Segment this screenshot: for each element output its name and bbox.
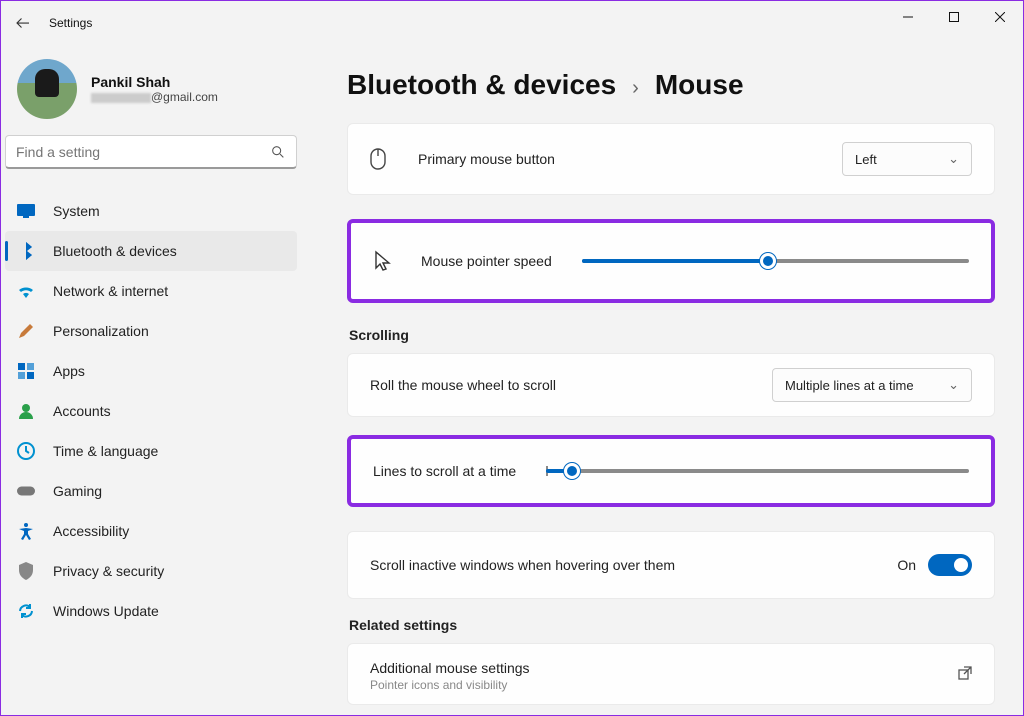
apps-icon: [17, 362, 35, 380]
inactive-scroll-label: Scroll inactive windows when hovering ov…: [370, 557, 675, 573]
avatar: [17, 59, 77, 119]
sidebar-item-label: Personalization: [53, 323, 149, 339]
monitor-icon: [17, 202, 35, 220]
inactive-scroll-card: Scroll inactive windows when hovering ov…: [347, 531, 995, 599]
update-icon: [17, 602, 35, 620]
dropdown-value: Multiple lines at a time: [785, 378, 914, 393]
maximize-button[interactable]: [931, 1, 977, 33]
window-title: Settings: [49, 16, 92, 30]
shield-icon: [17, 562, 35, 580]
sidebar-item-system[interactable]: System: [5, 191, 297, 231]
external-link-icon: [958, 666, 972, 680]
roll-wheel-card: Roll the mouse wheel to scroll Multiple …: [347, 353, 995, 417]
sidebar-item-label: Network & internet: [53, 283, 168, 299]
sidebar-item-windows-update[interactable]: Windows Update: [5, 591, 297, 631]
sidebar-item-accessibility[interactable]: Accessibility: [5, 511, 297, 551]
profile-block[interactable]: Pankil Shah @gmail.com: [1, 55, 301, 135]
sidebar-item-gaming[interactable]: Gaming: [5, 471, 297, 511]
gamepad-icon: [17, 482, 35, 500]
sidebar-item-label: System: [53, 203, 100, 219]
back-button[interactable]: [11, 11, 35, 35]
pointer-speed-slider[interactable]: [582, 249, 969, 273]
cursor-icon: [373, 250, 395, 272]
wifi-icon: [17, 282, 35, 300]
inactive-scroll-toggle[interactable]: [928, 554, 972, 576]
toggle-state-label: On: [897, 557, 916, 573]
sidebar: Pankil Shah @gmail.com System Bluetooth …: [1, 45, 301, 715]
dropdown-value: Left: [855, 152, 877, 167]
sidebar-item-label: Accessibility: [53, 523, 129, 539]
sidebar-item-label: Apps: [53, 363, 85, 379]
brush-icon: [17, 322, 35, 340]
sidebar-item-label: Gaming: [53, 483, 102, 499]
breadcrumb: Bluetooth & devices › Mouse: [347, 69, 995, 101]
roll-wheel-dropdown[interactable]: Multiple lines at a time ⌄: [772, 368, 972, 402]
close-button[interactable]: [977, 1, 1023, 33]
primary-button-card: Primary mouse button Left ⌄: [347, 123, 995, 195]
sidebar-item-network[interactable]: Network & internet: [5, 271, 297, 311]
pointer-speed-label: Mouse pointer speed: [421, 253, 552, 269]
mouse-icon: [370, 148, 392, 170]
pointer-speed-card: Mouse pointer speed: [347, 219, 995, 303]
sidebar-item-label: Windows Update: [53, 603, 159, 619]
chevron-down-icon: ⌄: [948, 377, 959, 393]
titlebar: Settings: [1, 1, 1023, 45]
primary-button-dropdown[interactable]: Left ⌄: [842, 142, 972, 176]
profile-email: @gmail.com: [91, 90, 218, 104]
lines-scroll-slider[interactable]: [546, 459, 969, 483]
page-title: Mouse: [655, 69, 744, 101]
minimize-button[interactable]: [885, 1, 931, 33]
clock-globe-icon: [17, 442, 35, 460]
sidebar-item-label: Bluetooth & devices: [53, 243, 177, 259]
lines-scroll-card: Lines to scroll at a time: [347, 435, 995, 507]
chevron-down-icon: ⌄: [948, 151, 959, 167]
sidebar-item-time-language[interactable]: Time & language: [5, 431, 297, 471]
lines-scroll-label: Lines to scroll at a time: [373, 463, 516, 479]
profile-name: Pankil Shah: [91, 74, 218, 90]
breadcrumb-parent[interactable]: Bluetooth & devices: [347, 69, 616, 101]
roll-wheel-label: Roll the mouse wheel to scroll: [370, 377, 556, 393]
additional-mouse-title: Additional mouse settings: [370, 660, 972, 676]
window-controls: [885, 1, 1023, 33]
related-header: Related settings: [349, 617, 995, 633]
chevron-right-icon: ›: [632, 77, 639, 100]
sidebar-item-privacy[interactable]: Privacy & security: [5, 551, 297, 591]
additional-mouse-card[interactable]: Additional mouse settings Pointer icons …: [347, 643, 995, 705]
search-icon: [270, 144, 286, 160]
person-icon: [17, 402, 35, 420]
additional-mouse-sub: Pointer icons and visibility: [370, 678, 972, 692]
main-content: Bluetooth & devices › Mouse Primary mous…: [301, 45, 1023, 715]
sidebar-item-personalization[interactable]: Personalization: [5, 311, 297, 351]
sidebar-item-bluetooth[interactable]: Bluetooth & devices: [5, 231, 297, 271]
nav: System Bluetooth & devices Network & int…: [1, 181, 301, 631]
scrolling-header: Scrolling: [349, 327, 995, 343]
bluetooth-icon: [17, 242, 35, 260]
accessibility-icon: [17, 522, 35, 540]
search-field[interactable]: [16, 144, 270, 160]
sidebar-item-label: Time & language: [53, 443, 158, 459]
sidebar-item-accounts[interactable]: Accounts: [5, 391, 297, 431]
sidebar-item-label: Accounts: [53, 403, 111, 419]
primary-button-label: Primary mouse button: [418, 151, 555, 167]
sidebar-item-apps[interactable]: Apps: [5, 351, 297, 391]
sidebar-item-label: Privacy & security: [53, 563, 164, 579]
search-input[interactable]: [5, 135, 297, 169]
